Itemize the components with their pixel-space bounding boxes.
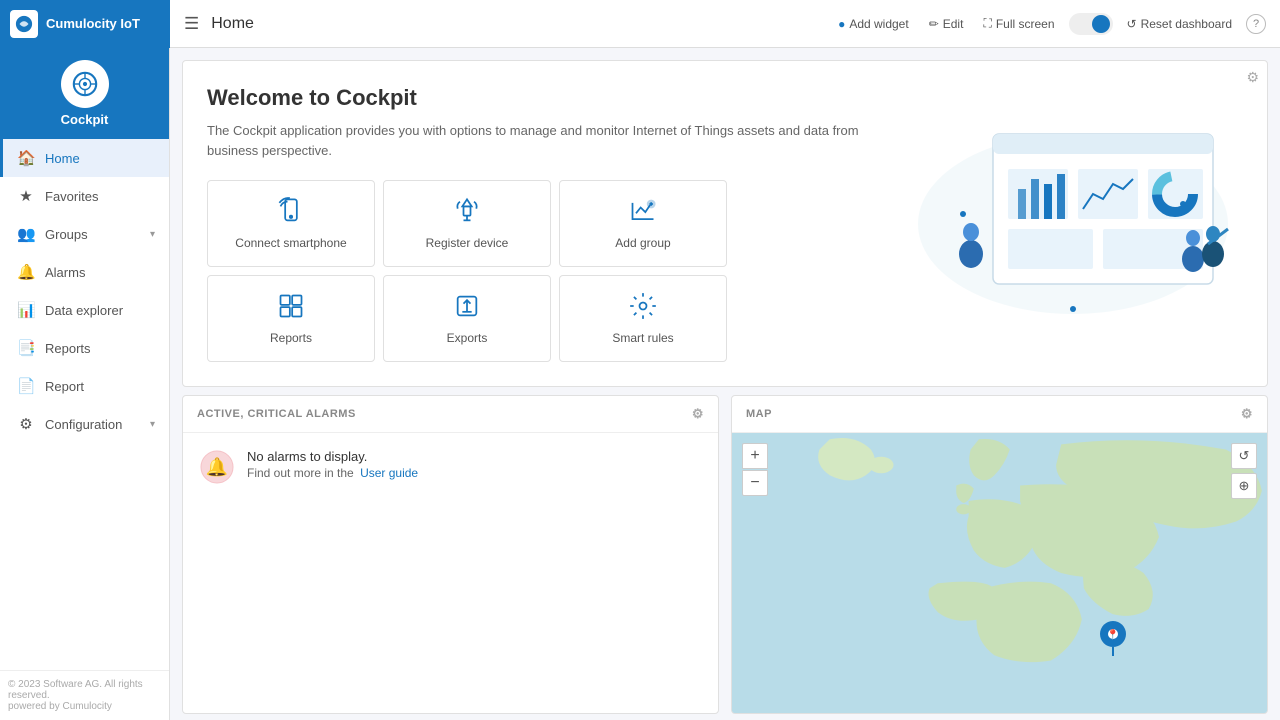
welcome-tiles-grid: Connect smartphone [207,180,727,362]
map-refresh-controls: ↺ ⊕ [1231,443,1257,499]
alarms-panel-header: Active, Critical Alarms ⚙ [183,396,718,433]
svg-text:📍: 📍 [1107,628,1119,641]
toggle-switch[interactable] [1069,13,1113,35]
map-panel-gear-icon[interactable]: ⚙ [1241,406,1253,422]
alarms-panel: Active, Critical Alarms ⚙ 🔔 No alarms to… [182,395,719,714]
groups-icon: 👥 [17,225,35,243]
user-guide-link[interactable]: User guide [360,466,418,480]
find-out-text: Find out more in the [247,466,354,480]
help-button[interactable]: ? [1246,14,1266,34]
sidebar-label-report: Report [45,379,84,394]
powered-by-text: powered by Cumulocity [8,701,161,712]
connect-smartphone-tile[interactable]: Connect smartphone [207,180,375,267]
alarms-icon: 🔔 [17,263,35,281]
reports-tile-label: Reports [270,331,312,345]
sidebar-brand: Cockpit [0,48,169,139]
exports-tile-icon [453,292,481,323]
map-panel: Map ⚙ [731,395,1268,714]
exports-tile-label: Exports [447,331,488,345]
plus-icon: ● [838,17,845,31]
connect-smartphone-icon [277,197,305,228]
map-header-label: Map [746,408,772,420]
welcome-title: Welcome to Cockpit [207,85,883,111]
smart-rules-tile-icon [629,292,657,323]
zoom-out-button[interactable]: − [742,470,768,496]
add-group-label: Add group [615,236,670,250]
groups-arrow-icon: ▾ [150,229,155,240]
configuration-icon: ⚙ [17,415,35,433]
sidebar-brand-label: Cockpit [61,112,109,127]
connect-smartphone-label: Connect smartphone [235,236,346,250]
welcome-description: The Cockpit application provides you wit… [207,121,883,160]
sidebar-label-configuration: Configuration [45,417,122,432]
sidebar-label-alarms: Alarms [45,265,85,280]
sidebar-item-groups[interactable]: 👥 Groups ▾ [0,215,169,253]
reset-dashboard-button[interactable]: ↺ Reset dashboard [1121,13,1238,35]
sidebar-label-data-explorer: Data explorer [45,303,123,318]
add-group-icon [629,197,657,228]
favorites-icon: ★ [17,187,35,205]
pencil-icon: ✏ [929,17,939,31]
welcome-illustration [903,85,1243,362]
edit-button[interactable]: ✏ Edit [923,13,970,35]
map-panel-header: Map ⚙ [732,396,1267,433]
map-body: + − ↺ ⊕ 📍 [732,433,1267,713]
fullscreen-icon: ⛶ [983,16,991,31]
reports-icon: 📑 [17,339,35,357]
reports-tile-icon [277,292,305,323]
register-device-icon [453,197,481,228]
welcome-widget: ⚙ Welcome to Cockpit The Cockpit applica… [182,60,1268,387]
no-alarms-text: No alarms to display. [247,449,418,464]
sidebar-item-home[interactable]: 🏠 Home [0,139,169,177]
fullscreen-button[interactable]: ⛶ Full screen [977,12,1060,35]
sidebar-label-home: Home [45,151,80,166]
map-refresh-button[interactable]: ↺ [1231,443,1257,469]
app-name: Cumulocity IoT [46,16,140,31]
smart-rules-tile[interactable]: Smart rules [559,275,727,362]
sidebar-item-data-explorer[interactable]: 📊 Data explorer [0,291,169,329]
alarms-header-label: Active, Critical Alarms [197,408,356,420]
map-controls: + − [742,443,768,496]
sidebar-item-alarms[interactable]: 🔔 Alarms [0,253,169,291]
zoom-in-button[interactable]: + [742,443,768,469]
alarms-panel-body: 🔔 No alarms to display. Find out more in… [183,433,718,613]
sidebar-item-configuration[interactable]: ⚙ Configuration ▾ [0,405,169,443]
data-explorer-icon: 📊 [17,301,35,319]
register-device-tile[interactable]: Register device [383,180,551,267]
reports-tile[interactable]: Reports [207,275,375,362]
map-pin: 📍 [1099,620,1127,663]
sidebar-logo [10,10,38,38]
report-icon: 📄 [17,377,35,395]
sidebar-item-reports[interactable]: 📑 Reports [0,329,169,367]
add-widget-button[interactable]: ● Add widget [832,13,915,35]
register-device-label: Register device [426,236,509,250]
smart-rules-tile-label: Smart rules [612,331,673,345]
home-icon: 🏠 [17,149,35,167]
map-locate-button[interactable]: ⊕ [1231,473,1257,499]
page-title: Home [211,15,254,33]
cockpit-brand-icon [61,60,109,108]
alarms-panel-gear-icon[interactable]: ⚙ [692,406,704,422]
welcome-gear-icon[interactable]: ⚙ [1246,69,1259,86]
sidebar-item-favorites[interactable]: ★ Favorites [0,177,169,215]
sidebar-item-report[interactable]: 📄 Report [0,367,169,405]
sidebar-nav: 🏠 Home ★ Favorites 👥 Groups ▾ 🔔 Alarms 📊… [0,139,169,670]
add-group-tile[interactable]: Add group [559,180,727,267]
copyright-text: © 2023 Software AG. All rights reserved. [8,679,161,701]
exports-tile[interactable]: Exports [383,275,551,362]
sidebar-label-reports: Reports [45,341,91,356]
panels-row: Active, Critical Alarms ⚙ 🔔 No alarms to… [170,395,1280,720]
sidebar-footer: © 2023 Software AG. All rights reserved.… [0,670,169,720]
configuration-arrow-icon: ▾ [150,419,155,430]
reset-icon: ↺ [1127,17,1137,31]
svg-text:🔔: 🔔 [206,457,228,477]
sidebar-label-groups: Groups [45,227,88,242]
hamburger-icon[interactable]: ☰ [184,14,199,34]
sidebar-label-favorites: Favorites [45,189,98,204]
no-alarms-icon: 🔔 [199,449,235,485]
